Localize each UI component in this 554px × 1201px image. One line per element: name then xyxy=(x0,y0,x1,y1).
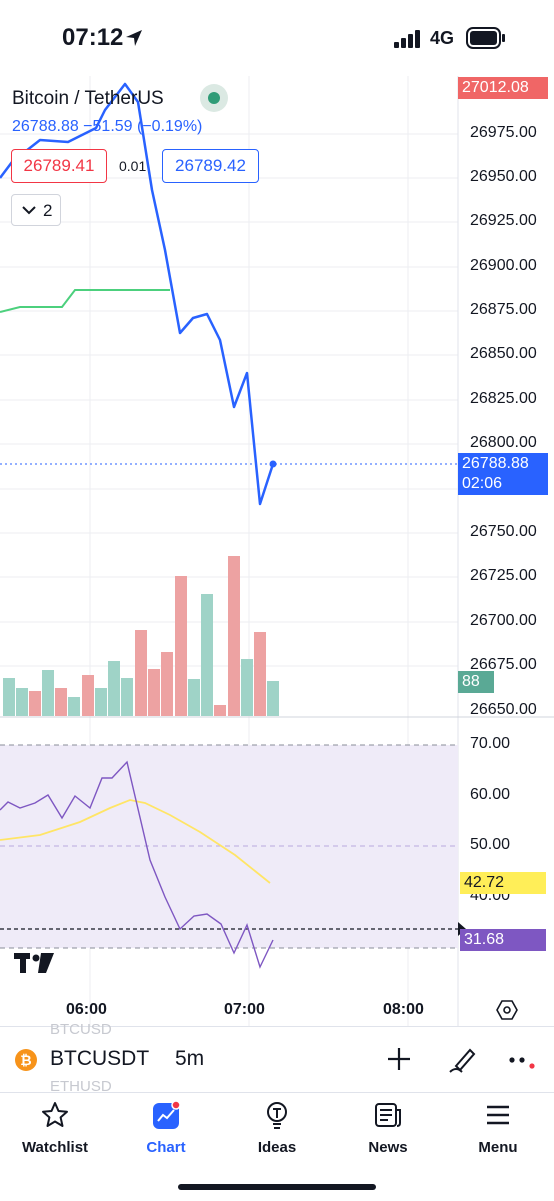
volume-bar xyxy=(121,678,133,716)
volume-bar xyxy=(201,594,213,716)
home-indicator[interactable] xyxy=(178,1184,376,1190)
volume-bar xyxy=(214,705,226,716)
volume-bar xyxy=(188,679,200,716)
price-line xyxy=(0,82,275,506)
time-axis-label: 06:00 xyxy=(66,1001,107,1018)
status-time: 07:12 xyxy=(62,24,124,51)
price-axis-label: 26925.00 xyxy=(470,212,537,229)
price-axis-label: 26950.00 xyxy=(470,168,537,185)
tab-ideas[interactable]: Ideas xyxy=(227,1100,327,1156)
tab-label: Chart xyxy=(146,1139,186,1156)
tab-label: Menu xyxy=(478,1139,518,1156)
volume-bar xyxy=(267,681,279,716)
news-icon xyxy=(375,1103,401,1127)
chart-settings-icon[interactable] xyxy=(496,999,518,1021)
drawing-tools-icon[interactable] xyxy=(448,1044,478,1074)
symbol-title[interactable]: Bitcoin / TetherUS xyxy=(12,88,164,110)
price-axis-label: 26825.00 xyxy=(470,390,537,407)
bar-countdown: 02:06 xyxy=(462,475,503,492)
volume-bar xyxy=(161,652,173,716)
price-axis-label: 26725.00 xyxy=(470,567,537,584)
time-axis-label: 08:00 xyxy=(383,1001,424,1018)
chevron-down-icon xyxy=(22,206,36,215)
indicators-toggle-button[interactable]: 2 xyxy=(11,194,61,226)
price-axis-label: 26650.00 xyxy=(470,701,537,718)
status-bar: 07:12 4G xyxy=(0,0,554,76)
volume-bar xyxy=(29,691,41,716)
hamburger-icon xyxy=(487,1105,509,1125)
volume-bar xyxy=(3,678,15,716)
time-axis-label: 07:00 xyxy=(224,1001,265,1018)
high-price-tag: 27012.08 xyxy=(458,77,548,99)
location-arrow-icon xyxy=(126,30,142,46)
battery-icon xyxy=(466,27,505,49)
volume-bar xyxy=(68,697,80,716)
chart-icon xyxy=(153,1100,181,1129)
volume-bar xyxy=(16,688,28,716)
rsi-ma-tag: 42.72 xyxy=(460,872,546,894)
spread-value: 0.01 xyxy=(119,158,147,174)
volume-bar xyxy=(82,675,94,716)
rsi-axis-label: 50.00 xyxy=(470,836,511,853)
tab-menu[interactable]: Menu xyxy=(448,1100,548,1156)
tab-news[interactable]: News xyxy=(338,1100,438,1156)
rsi-axis-label: 70.00 xyxy=(470,735,511,752)
tab-chart[interactable]: Chart xyxy=(116,1100,216,1156)
tab-label: Watchlist xyxy=(21,1139,89,1156)
volume-bar xyxy=(175,576,187,716)
more-options-icon[interactable] xyxy=(508,1052,536,1072)
volume-bar xyxy=(228,556,240,716)
volume-bar xyxy=(241,659,253,716)
price-axis-label: 26875.00 xyxy=(470,301,537,318)
price-change: 26788.88 −51.59 (−0.19%) xyxy=(12,118,203,135)
star-icon xyxy=(42,1102,68,1127)
lightbulb-icon xyxy=(267,1102,287,1129)
bitcoin-icon: ₿ xyxy=(15,1049,37,1071)
moving-average-line xyxy=(0,289,170,313)
symbol-selector[interactable]: BTCUSDT xyxy=(50,1047,149,1071)
volume-bar xyxy=(148,669,160,716)
cellular-signal-icon xyxy=(394,30,420,48)
add-icon[interactable] xyxy=(386,1046,412,1072)
price-axis-label: 26750.00 xyxy=(470,523,537,540)
volume-bar xyxy=(95,688,107,716)
price-axis-label: 26975.00 xyxy=(470,124,537,141)
volume-bar xyxy=(254,632,266,716)
price-axis-label: 26700.00 xyxy=(470,612,537,629)
rsi-axis-label: 60.00 xyxy=(470,786,511,803)
volume-bar xyxy=(55,688,67,716)
tab-label: News xyxy=(368,1139,408,1156)
price-axis-label: 26800.00 xyxy=(470,434,537,451)
volume-bar xyxy=(42,670,54,716)
volume-bar xyxy=(135,630,147,716)
market-open-indicator xyxy=(200,84,228,112)
volume-bar xyxy=(108,661,120,716)
tab-watchlist[interactable]: Watchlist xyxy=(5,1100,105,1156)
tab-label: Ideas xyxy=(257,1139,297,1156)
price-axis-label: 26850.00 xyxy=(470,345,537,362)
volume-bars xyxy=(3,556,279,716)
interval-selector[interactable]: 5m xyxy=(175,1047,204,1071)
tradingview-logo-icon xyxy=(14,953,54,973)
network-type: 4G xyxy=(430,28,455,48)
sell-button[interactable]: 26789.41 xyxy=(11,149,107,183)
buy-button[interactable]: 26789.42 xyxy=(162,149,259,183)
price-axis-label: 26900.00 xyxy=(470,257,537,274)
symbol-picker-previous[interactable]: BTCUSD xyxy=(50,1021,112,1038)
indicators-count: 2 xyxy=(43,201,53,220)
rsi-value-tag: 31.68 xyxy=(460,929,546,951)
last-price-value: 26788.88 xyxy=(462,455,529,472)
last-price-tag: 26788.88 02:06 xyxy=(458,453,548,495)
volume-tag: 88 xyxy=(458,671,494,693)
